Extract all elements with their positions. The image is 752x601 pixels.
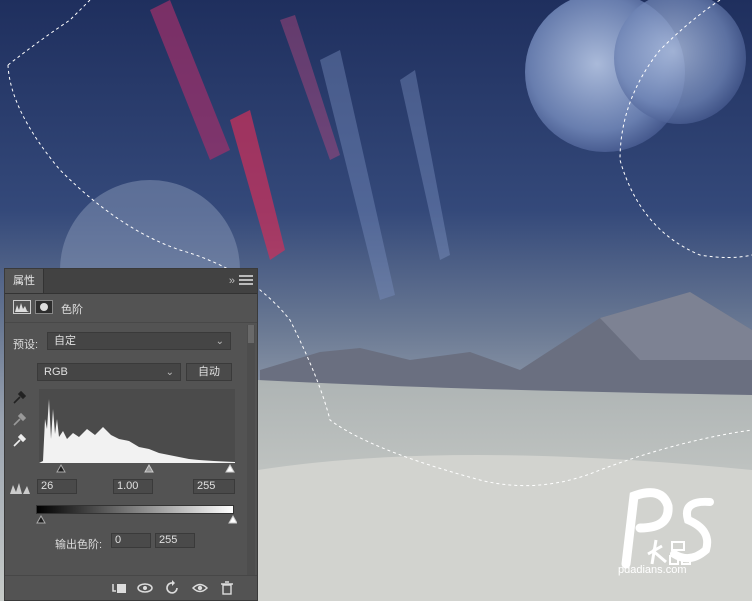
output-levels-label: 输出色阶: bbox=[55, 539, 103, 551]
collapse-panel-button[interactable]: » bbox=[229, 273, 235, 289]
preset-label: 预设: bbox=[13, 339, 39, 351]
panel-tab-bar: 属性 » bbox=[5, 269, 257, 294]
mask-icon[interactable] bbox=[35, 300, 53, 314]
sample-target-icon[interactable] bbox=[9, 481, 31, 495]
tab-properties[interactable]: 属性 bbox=[5, 269, 44, 293]
white-point-handle bbox=[225, 463, 235, 473]
channel-select[interactable]: RGB ⌄ bbox=[37, 363, 181, 381]
eyedropper-black-icon[interactable] bbox=[12, 391, 26, 405]
auto-button[interactable]: 自动 bbox=[186, 363, 232, 381]
properties-panel: 属性 » 色阶 预设: 自定 ⌄ RGB ⌄ 自动 26 1.00 255 输出… bbox=[4, 268, 258, 601]
view-previous-icon[interactable] bbox=[137, 580, 153, 596]
preset-value: 自定 bbox=[54, 335, 76, 347]
levels-icon[interactable] bbox=[13, 300, 31, 314]
channel-value: RGB bbox=[44, 366, 68, 378]
chevron-down-icon: ⌄ bbox=[165, 367, 174, 378]
output-gradient-bar bbox=[36, 505, 234, 514]
black-point-handle bbox=[56, 463, 66, 473]
input-white-field[interactable]: 255 bbox=[193, 479, 235, 494]
chevron-down-icon: ⌄ bbox=[215, 336, 224, 347]
menu-icon[interactable] bbox=[239, 273, 253, 287]
panel-bottom-bar bbox=[5, 575, 257, 600]
input-black-field[interactable]: 26 bbox=[37, 479, 77, 494]
trash-icon[interactable] bbox=[219, 580, 235, 596]
scroll-thumb[interactable] bbox=[248, 325, 254, 343]
watermark-url: pdadians.com bbox=[618, 564, 687, 576]
input-slider[interactable] bbox=[39, 462, 235, 474]
eyedropper-gray-icon[interactable] bbox=[12, 413, 26, 427]
histogram bbox=[39, 389, 235, 463]
output-black-field[interactable]: 0 bbox=[111, 533, 151, 548]
output-slider[interactable] bbox=[35, 514, 237, 524]
clip-to-layer-icon[interactable] bbox=[111, 580, 127, 596]
output-black-handle bbox=[36, 514, 46, 524]
adjustment-header: 色阶 bbox=[5, 294, 257, 323]
adjustment-title: 色阶 bbox=[61, 304, 83, 316]
panel-scrollbar[interactable] bbox=[247, 325, 255, 575]
input-gamma-field[interactable]: 1.00 bbox=[113, 479, 153, 494]
visibility-eye-icon[interactable] bbox=[192, 580, 208, 596]
gamma-handle bbox=[144, 463, 154, 473]
reset-icon[interactable] bbox=[165, 580, 181, 596]
eyedropper-white-icon[interactable] bbox=[12, 434, 26, 448]
output-white-handle bbox=[228, 514, 237, 524]
output-white-field[interactable]: 255 bbox=[155, 533, 195, 548]
preset-select[interactable]: 自定 ⌄ bbox=[47, 332, 231, 350]
